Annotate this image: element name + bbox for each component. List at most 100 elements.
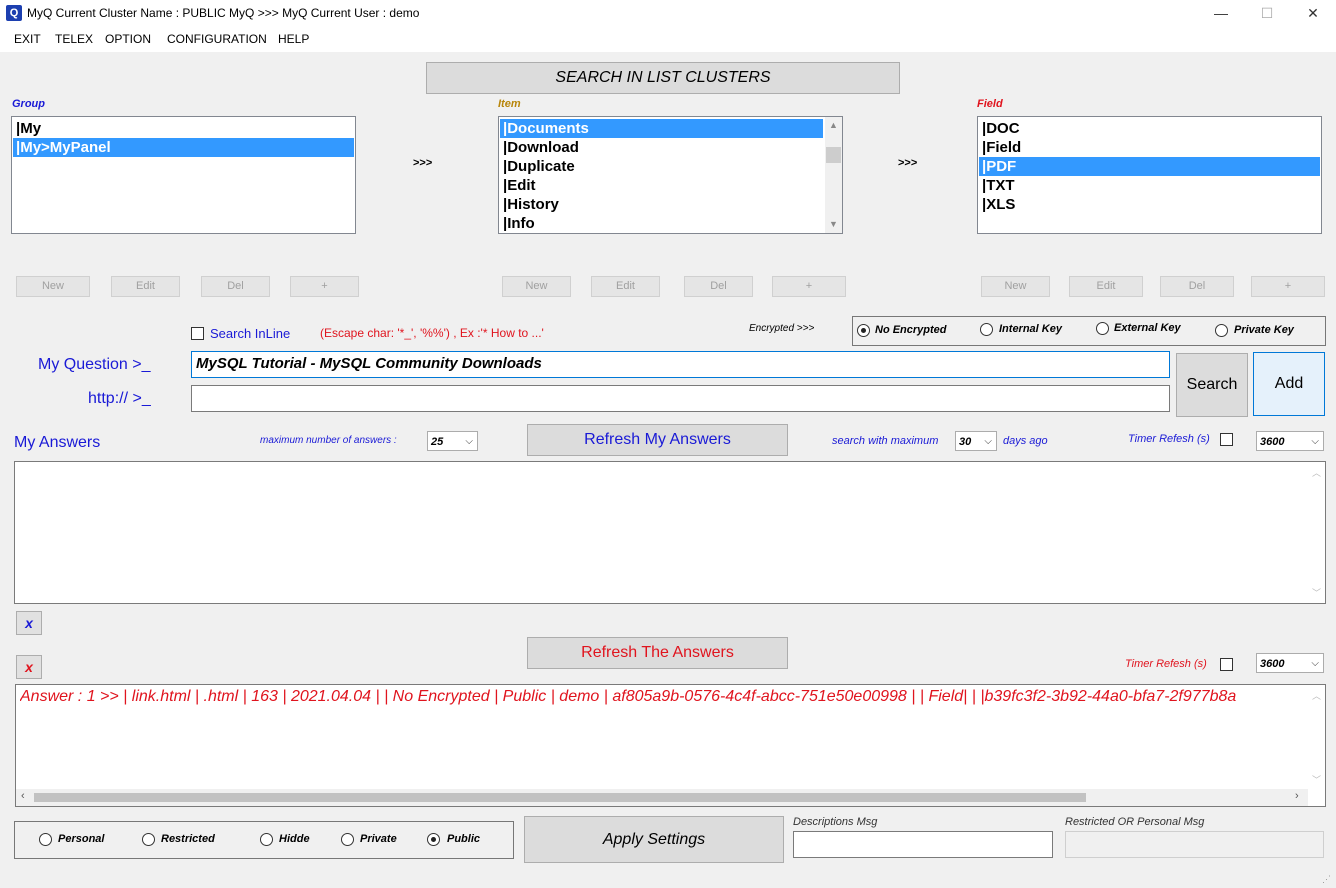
list-item-selected[interactable]: |PDF [979,157,1320,176]
encrypted-label: Encrypted >>> [749,323,815,334]
field-plus-button[interactable]: + [1251,276,1325,297]
add-button[interactable]: Add [1253,352,1325,416]
chevron-down-icon: ⌵ [1311,436,1319,447]
days-value: 30 [959,436,972,448]
url-input[interactable] [191,385,1170,412]
radio-external-key[interactable] [1096,322,1109,335]
item-plus-button[interactable]: + [772,276,846,297]
menu-exit[interactable]: EXIT [14,32,41,46]
my-timer-checkbox[interactable] [1220,433,1233,446]
scroll-down-icon[interactable]: ﹀ [1312,586,1321,599]
question-label: My Question >_ [38,356,151,373]
list-item-selected[interactable]: |My>MyPanel [13,138,354,157]
list-item[interactable]: |TXT [979,176,1320,195]
minimize-button[interactable]: — [1198,0,1244,26]
answers-hscroll[interactable]: ‹ › [16,789,1308,806]
my-answers-scrollbar[interactable]: ︿ ﹀ [1308,462,1325,603]
item-scrollbar[interactable]: ▲ ▼ [825,117,842,233]
app-icon: Q [6,5,22,21]
radio-no-encrypted[interactable] [857,324,870,337]
days-select[interactable]: 30 ⌵ [955,431,997,451]
search-inline-checkbox[interactable] [191,327,204,340]
question-input[interactable]: MySQL Tutorial - MySQL Community Downloa… [191,351,1170,378]
answers-timer-checkbox[interactable] [1220,658,1233,671]
clear-answers-button[interactable]: x [16,655,42,679]
radio-hidde[interactable] [260,833,273,846]
group-listbox[interactable]: |My |My>MyPanel [11,116,356,234]
list-item[interactable]: |History [500,195,823,214]
max-answers-value: 25 [431,436,444,448]
item-label: Item [498,98,521,110]
radio-internal-key[interactable] [980,323,993,336]
personal-label: Personal [58,833,105,845]
group-edit-button[interactable]: Edit [111,276,180,297]
item-new-button[interactable]: New [502,276,571,297]
list-item-selected[interactable]: |Documents [500,119,823,138]
hscroll-thumb[interactable] [34,793,1086,802]
field-del-button[interactable]: Del [1160,276,1234,297]
window-title: MyQ Current Cluster Name : PUBLIC MyQ >>… [27,6,420,20]
maximize-button[interactable]: ☐ [1244,0,1290,26]
internal-key-label: Internal Key [999,323,1062,335]
menu-option[interactable]: OPTION [105,32,151,46]
menu-configuration[interactable]: CONFIGURATION [167,32,267,46]
group-new-button[interactable]: New [16,276,90,297]
scroll-down-icon[interactable]: ﹀ [1312,773,1321,786]
list-item[interactable]: |Download [500,138,823,157]
max-answers-select[interactable]: 25 ⌵ [427,431,478,451]
scroll-up-icon[interactable]: ▲ [829,120,838,130]
radio-public[interactable] [427,833,440,846]
radio-private-key[interactable] [1215,324,1228,337]
scroll-up-icon[interactable]: ︿ [1312,466,1321,479]
refresh-my-answers-button[interactable]: Refresh My Answers [527,424,788,456]
restricted-msg-input[interactable] [1065,831,1324,858]
url-label: http:// >_ [88,390,151,407]
item-del-button[interactable]: Del [684,276,753,297]
descriptions-input[interactable] [793,831,1053,858]
my-timer-select[interactable]: 3600 ⌵ [1256,431,1324,451]
answers-vscroll[interactable]: ︿ ﹀ [1308,685,1325,789]
group-del-button[interactable]: Del [201,276,270,297]
scroll-right-icon[interactable]: › [1295,790,1299,802]
radio-restricted[interactable] [142,833,155,846]
list-item[interactable]: |XLS [979,195,1320,214]
scroll-thumb[interactable] [826,147,841,163]
max-answers-label: maximum number of answers : [260,435,397,446]
encryption-group: No Encrypted Internal Key External Key P… [852,316,1326,346]
answers-area[interactable]: Answer : 1 >> | link.html | .html | 163 … [15,684,1326,807]
resize-grip-icon[interactable]: ⋰ [1322,874,1331,885]
scroll-down-icon[interactable]: ▼ [829,219,838,229]
restricted-msg-label: Restricted OR Personal Msg [1065,816,1205,828]
radio-private[interactable] [341,833,354,846]
answer-row[interactable]: Answer : 1 >> | link.html | .html | 163 … [20,688,1305,706]
scroll-up-icon[interactable]: ︿ [1312,689,1321,702]
my-answers-area[interactable]: ︿ ﹀ [14,461,1326,604]
escape-hint: (Escape char: '*_', '%%') , Ex :'* How t… [320,326,544,340]
field-edit-button[interactable]: Edit [1069,276,1143,297]
menu-help[interactable]: HELP [278,32,309,46]
close-button[interactable]: ✕ [1290,0,1336,26]
no-encrypted-label: No Encrypted [875,324,947,336]
list-item[interactable]: |My [13,119,354,138]
search-clusters-button[interactable]: SEARCH IN LIST CLUSTERS [426,62,900,94]
item-listbox[interactable]: |Documents |Download |Duplicate |Edit |H… [498,116,843,234]
list-item[interactable]: |DOC [979,119,1320,138]
my-timer-label: Timer Refesh (s) [1128,433,1210,445]
radio-personal[interactable] [39,833,52,846]
field-new-button[interactable]: New [981,276,1050,297]
list-item[interactable]: |Field [979,138,1320,157]
field-listbox[interactable]: |DOC |Field |PDF |TXT |XLS [977,116,1322,234]
list-item[interactable]: |Duplicate [500,157,823,176]
menu-telex[interactable]: TELEX [55,32,93,46]
answers-timer-select[interactable]: 3600 ⌵ [1256,653,1324,673]
refresh-answers-button[interactable]: Refresh The Answers [527,637,788,669]
group-plus-button[interactable]: + [290,276,359,297]
apply-settings-button[interactable]: Apply Settings [524,816,784,863]
clear-my-answers-button[interactable]: x [16,611,42,635]
private-key-label: Private Key [1234,324,1294,336]
item-edit-button[interactable]: Edit [591,276,660,297]
list-item[interactable]: |Info [500,214,823,233]
search-button[interactable]: Search [1176,353,1248,417]
scroll-left-icon[interactable]: ‹ [21,790,25,802]
list-item[interactable]: |Edit [500,176,823,195]
